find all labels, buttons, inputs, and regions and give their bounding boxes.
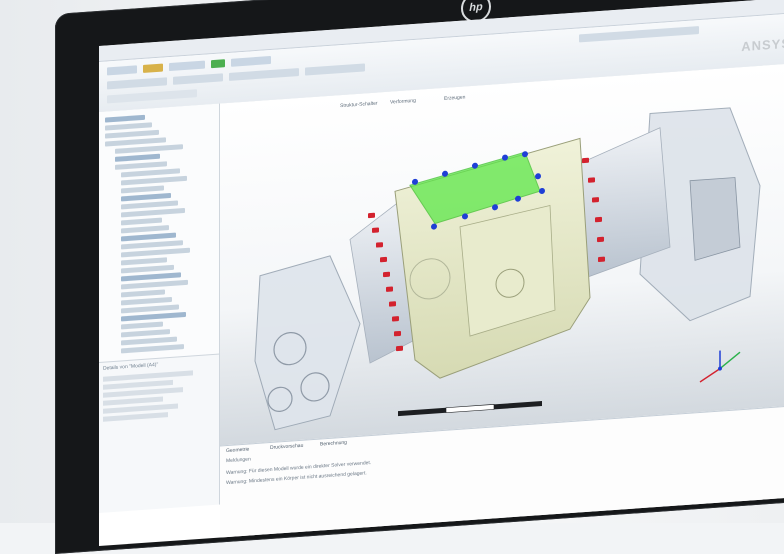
toolbar-button-icon[interactable] bbox=[579, 26, 699, 43]
tree-item[interactable] bbox=[121, 185, 164, 194]
toolbar-button-icon[interactable] bbox=[231, 55, 271, 67]
tree-item[interactable] bbox=[121, 192, 171, 202]
messages-header: Meldungen bbox=[226, 456, 251, 465]
tree-item[interactable] bbox=[105, 114, 145, 123]
toolbar-button-icon[interactable] bbox=[211, 59, 225, 69]
toolbar-button-icon[interactable] bbox=[107, 77, 167, 90]
toolbar-button-icon[interactable] bbox=[143, 63, 163, 73]
tree-item[interactable] bbox=[121, 264, 174, 274]
tree-item[interactable] bbox=[121, 296, 172, 306]
details-panel: Details von "Modell (A4)" bbox=[99, 353, 220, 513]
tree-item[interactable] bbox=[121, 257, 167, 266]
axis-triad-icon bbox=[699, 350, 741, 383]
toolbar-button-icon[interactable] bbox=[305, 63, 365, 76]
tree-item[interactable] bbox=[105, 129, 159, 139]
tree-item[interactable] bbox=[121, 279, 188, 290]
tree-item[interactable] bbox=[115, 153, 160, 162]
tree-item[interactable] bbox=[121, 225, 169, 234]
details-row[interactable] bbox=[103, 412, 168, 422]
tree-item[interactable] bbox=[105, 122, 152, 131]
tree-item[interactable] bbox=[121, 289, 165, 298]
gearbox-model[interactable] bbox=[220, 63, 784, 445]
tree-item[interactable] bbox=[121, 207, 185, 218]
tree-item[interactable] bbox=[115, 144, 183, 154]
message-tab[interactable]: Druckvorschau bbox=[270, 443, 303, 451]
project-tree-panel[interactable] bbox=[99, 103, 220, 363]
toolbar-button-icon[interactable] bbox=[169, 60, 205, 72]
toolbar-button-icon[interactable] bbox=[173, 73, 223, 85]
toolbar-button-icon[interactable] bbox=[229, 68, 299, 81]
tree-item[interactable] bbox=[121, 217, 162, 226]
application-screen: ANSYS Details von "Modell (A4)" Struktur… bbox=[99, 0, 784, 547]
tree-item[interactable] bbox=[121, 247, 190, 258]
tree-item[interactable] bbox=[121, 321, 163, 330]
tree-item[interactable] bbox=[121, 344, 184, 354]
tree-item[interactable] bbox=[121, 329, 170, 338]
message-tab[interactable]: Geometrie bbox=[226, 446, 249, 454]
toolbar-button-icon[interactable] bbox=[107, 89, 197, 104]
message-tab[interactable]: Berechnung bbox=[320, 440, 347, 448]
tree-item[interactable] bbox=[121, 175, 187, 186]
tree-item[interactable] bbox=[115, 161, 167, 170]
vendor-logo: ANSYS bbox=[741, 35, 784, 55]
tree-item[interactable] bbox=[121, 311, 186, 322]
toolbar-button-icon[interactable] bbox=[107, 65, 137, 76]
3d-viewport[interactable]: Struktur-Schalter Verformung Erzeugen bbox=[220, 63, 784, 446]
